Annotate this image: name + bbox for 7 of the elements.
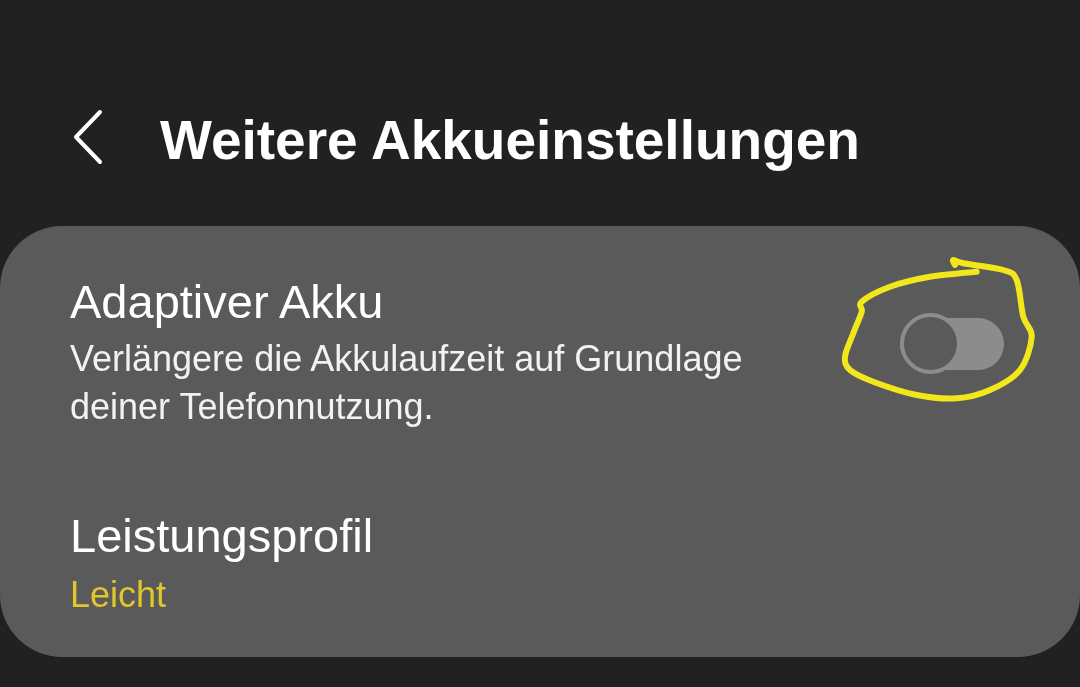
setting-description: Verlängere die Akkulaufzeit auf Grundlage deiner Telefonnutzung. [70, 337, 744, 429]
back-icon[interactable] [72, 109, 104, 165]
setting-title: Adaptiver Akku [70, 274, 384, 330]
setting-title[interactable]: Leistungsprofil [70, 508, 374, 564]
setting-value: Leicht [70, 573, 167, 617]
toggle-switch[interactable] [900, 313, 1004, 374]
page-title: Weitere Akkueinstellungen [160, 108, 860, 173]
